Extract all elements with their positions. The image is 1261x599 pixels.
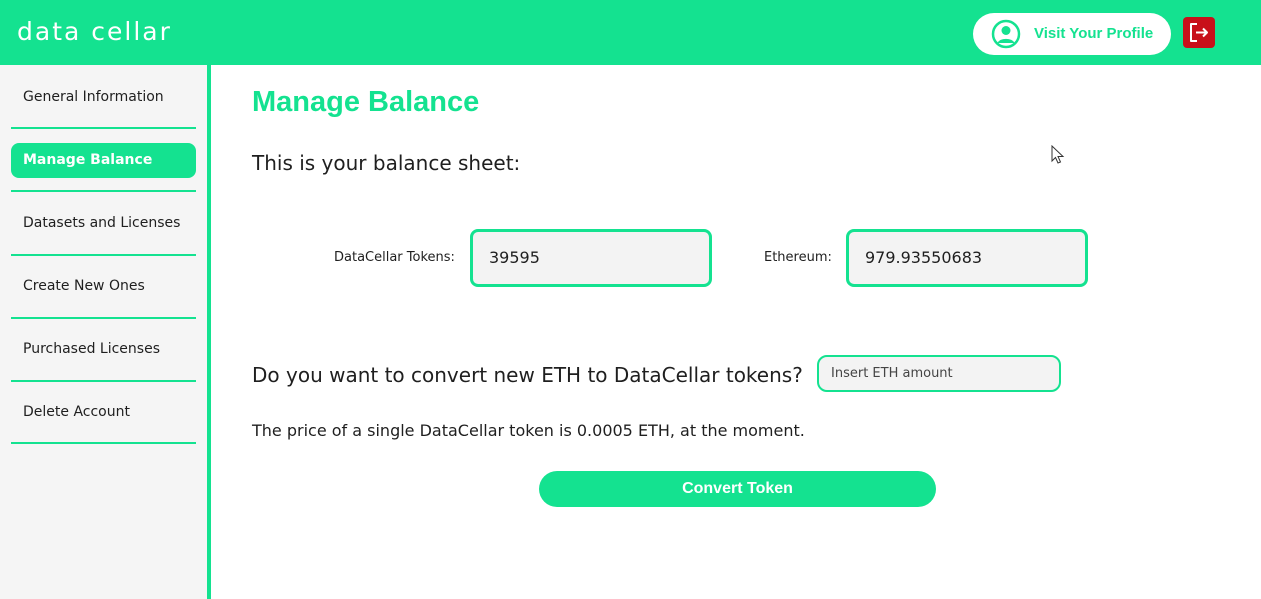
tokens-value-field: 39595	[470, 229, 712, 287]
page-title: Manage Balance	[252, 86, 480, 118]
app-logo: data cellar	[17, 17, 172, 46]
visit-profile-button[interactable]: Visit Your Profile	[973, 13, 1171, 55]
sidebar-divider-line	[207, 65, 211, 599]
sidebar-item-purchased-licenses[interactable]: Purchased Licenses	[11, 332, 196, 367]
mouse-cursor-icon	[1051, 145, 1065, 164]
sidebar-item-create-new-ones[interactable]: Create New Ones	[11, 269, 196, 304]
logout-button[interactable]	[1183, 17, 1215, 48]
convert-question: Do you want to convert new ETH to DataCe…	[252, 363, 803, 387]
visit-profile-label: Visit Your Profile	[1034, 25, 1154, 42]
sidebar-divider	[11, 254, 196, 256]
sidebar-item-delete-account[interactable]: Delete Account	[11, 395, 196, 430]
sidebar-divider	[11, 127, 196, 129]
sidebar-item-manage-balance[interactable]: Manage Balance	[11, 143, 196, 178]
ethereum-label: Ethereum:	[764, 250, 832, 265]
convert-token-button[interactable]: Convert Token	[539, 471, 936, 507]
sidebar-divider	[11, 317, 196, 319]
sidebar-divider	[11, 380, 196, 382]
token-price-text: The price of a single DataCellar token i…	[252, 421, 805, 440]
sidebar-divider	[11, 442, 196, 444]
sidebar-item-datasets-and-licenses[interactable]: Datasets and Licenses	[11, 206, 196, 241]
user-circle-icon	[991, 19, 1021, 49]
balance-heading: This is your balance sheet:	[252, 151, 521, 175]
sidebar-divider	[11, 190, 196, 192]
eth-amount-input[interactable]	[817, 355, 1061, 392]
sidebar-item-general-information[interactable]: General Information	[11, 80, 196, 115]
tokens-label: DataCellar Tokens:	[334, 250, 455, 265]
ethereum-value-field: 979.93550683	[846, 229, 1088, 287]
logout-icon	[1190, 23, 1208, 42]
top-bar: data cellar Visit Your Profile	[0, 0, 1261, 65]
